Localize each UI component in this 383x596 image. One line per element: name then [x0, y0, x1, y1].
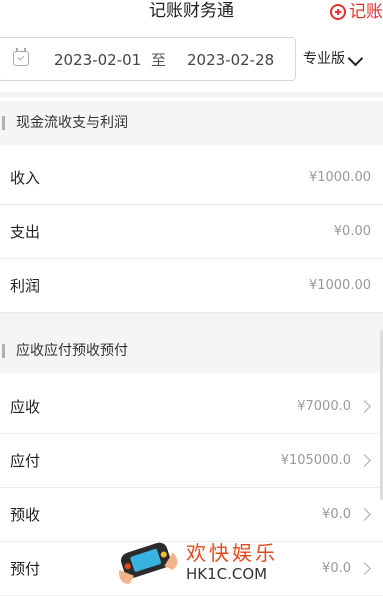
- section-header-receivables: 应收应付预收预付: [0, 329, 383, 373]
- watermark-url: HK1C.COM: [186, 565, 268, 583]
- game-controller-icon: [119, 542, 178, 584]
- receivable-label: 应收: [10, 398, 41, 416]
- date-separator: 至: [151, 51, 167, 69]
- calendar-icon: [13, 48, 29, 66]
- start-date[interactable]: 2023-02-01: [54, 38, 141, 82]
- advance-received-label: 预收: [10, 506, 41, 524]
- payable-row[interactable]: 应付 ¥105000.0: [0, 434, 383, 488]
- section-title-profit: 现金流收支与利润: [16, 115, 128, 131]
- add-record-button[interactable]: 记账: [330, 0, 383, 24]
- chevron-right-icon: [358, 400, 371, 413]
- chevron-right-icon: [358, 454, 371, 467]
- page-title: 记账财务通: [149, 1, 234, 21]
- section-divider: [0, 92, 383, 97]
- chevron-right-icon: [358, 562, 371, 575]
- watermark-brand: 欢快娱乐: [186, 541, 278, 565]
- payable-value: ¥105000.0: [280, 453, 351, 468]
- income-value: ¥1000.00: [308, 170, 371, 185]
- profit-label: 利润: [10, 277, 41, 295]
- add-record-label: 记账: [349, 2, 383, 22]
- section-divider: [0, 313, 383, 329]
- chevron-down-icon[interactable]: [347, 50, 364, 67]
- date-range-picker[interactable]: 2023-02-01 至 2023-02-28: [0, 37, 296, 81]
- profit-value: ¥1000.00: [308, 278, 371, 293]
- section-title-receivables: 应收应付预收预付: [16, 343, 128, 359]
- receivable-value: ¥7000.0: [297, 399, 351, 414]
- plus-circle-icon: [330, 4, 346, 20]
- section-marker: [2, 344, 5, 358]
- receivable-row[interactable]: 应收 ¥7000.0: [0, 380, 383, 434]
- prepayment-label: 预付: [10, 560, 41, 578]
- advance-received-value: ¥0.0: [322, 507, 351, 522]
- expense-label: 支出: [10, 223, 41, 241]
- section-header-profit: 现金流收支与利润: [0, 101, 383, 145]
- payable-label: 应付: [10, 452, 41, 470]
- version-selector[interactable]: 专业版: [303, 37, 345, 81]
- section-marker: [2, 116, 5, 130]
- expense-value: ¥0.00: [333, 224, 371, 239]
- profit-row: 利润 ¥1000.00: [0, 259, 383, 313]
- chevron-right-icon: [358, 508, 371, 521]
- expense-row: 支出 ¥0.00: [0, 205, 383, 259]
- app-header: 记账财务通 记账: [0, 0, 383, 28]
- watermark: 欢快娱乐 HK1C.COM: [112, 531, 282, 587]
- end-date[interactable]: 2023-02-28: [187, 38, 274, 82]
- income-label: 收入: [10, 169, 41, 187]
- prepayment-value: ¥0.0: [322, 561, 351, 576]
- income-row: 收入 ¥1000.00: [0, 151, 383, 205]
